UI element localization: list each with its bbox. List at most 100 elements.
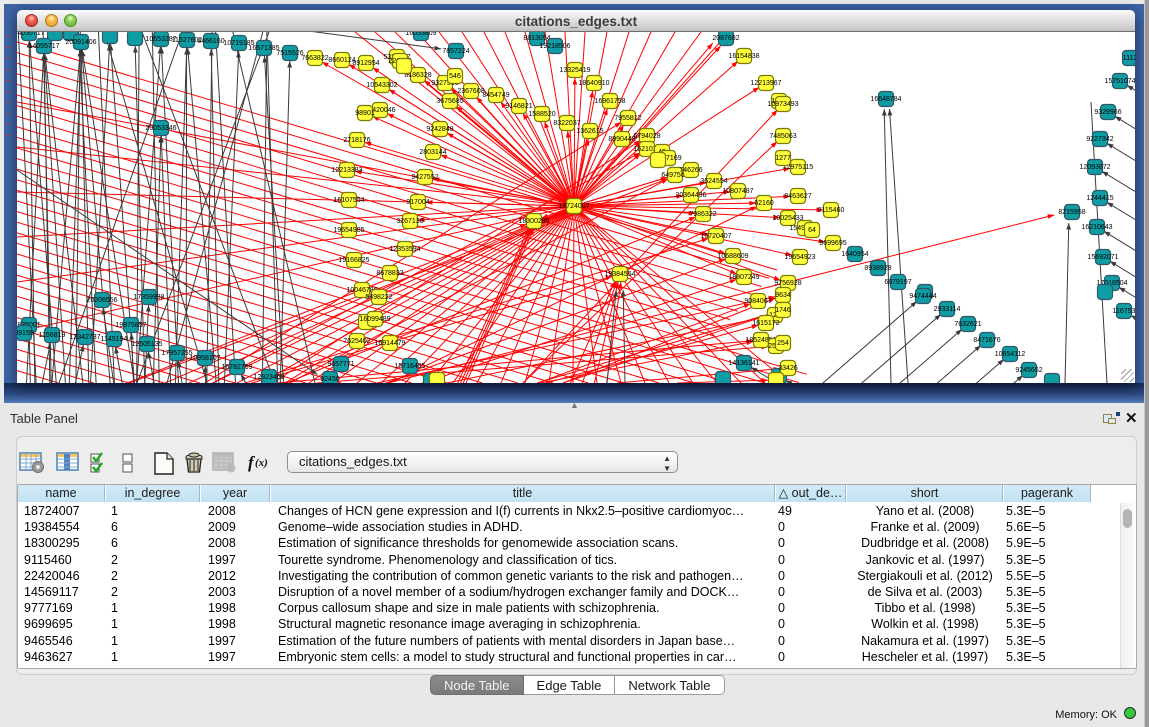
svg-text:10688609: 10688609: [717, 253, 748, 260]
svg-text:14055717: 14055717: [17, 32, 45, 37]
svg-text:5498222: 5498222: [365, 294, 392, 301]
svg-text:2933114: 2933114: [934, 306, 961, 313]
svg-text:19975857: 19975857: [115, 322, 146, 329]
svg-text:19166825: 19166825: [338, 257, 369, 264]
svg-text:7625402: 7625402: [343, 338, 370, 345]
svg-text:13325419: 13325419: [559, 67, 590, 74]
svg-text:12342737: 12342737: [69, 334, 100, 341]
svg-text:8454749: 8454749: [482, 92, 509, 99]
svg-text:8322037: 8322037: [553, 120, 580, 127]
svg-text:9227342: 9227342: [1086, 136, 1113, 143]
svg-text:1277: 1277: [775, 155, 791, 162]
svg-text:16099489: 16099489: [359, 316, 390, 323]
svg-text:9242848: 9242848: [426, 126, 453, 133]
svg-text:1244415: 1244415: [1086, 195, 1113, 202]
svg-text:6794028: 6794028: [633, 133, 660, 140]
svg-text:9329966: 9329966: [1094, 109, 1121, 116]
svg-text:12213967: 12213967: [750, 80, 781, 87]
svg-text:9084067: 9084067: [744, 298, 771, 305]
svg-text:10543302: 10543302: [366, 82, 397, 89]
svg-text:3675685: 3675685: [436, 98, 463, 105]
svg-text:18807249: 18807249: [728, 274, 759, 281]
svg-text:10654112: 10654112: [995, 351, 1026, 358]
svg-text:254: 254: [777, 340, 789, 347]
svg-text:39159: 39159: [17, 330, 34, 337]
svg-text:1746: 1746: [775, 307, 791, 314]
svg-text:16107554: 16107554: [333, 197, 364, 204]
svg-text:16154838: 16154838: [728, 53, 759, 60]
svg-text:1588520: 1588520: [528, 111, 555, 118]
svg-text:7955812: 7955812: [614, 115, 641, 122]
svg-text:9427552: 9427552: [411, 174, 438, 181]
svg-text:16671385: 16671385: [248, 45, 279, 52]
svg-text:1145194: 1145194: [101, 336, 128, 343]
svg-text:19654985: 19654985: [333, 227, 364, 234]
svg-text:19218506: 19218506: [539, 43, 570, 50]
svg-text:9699695: 9699695: [819, 240, 846, 247]
svg-text:20206556: 20206556: [86, 297, 117, 304]
svg-text:917004: 917004: [406, 199, 429, 206]
svg-text:12505135: 12505135: [131, 341, 162, 348]
svg-text:9115460: 9115460: [818, 207, 845, 214]
svg-text:12353594: 12353594: [389, 246, 420, 253]
svg-text:9657771: 9657771: [327, 361, 354, 368]
svg-text:18640910: 18640910: [578, 80, 609, 87]
svg-text:12923468: 12923468: [253, 374, 284, 381]
svg-text:20091406: 20091406: [65, 39, 96, 46]
svg-text:14136141: 14136141: [728, 360, 759, 367]
svg-text:1112: 1112: [1123, 55, 1135, 62]
svg-text:7485063: 7485063: [769, 133, 796, 140]
svg-text:15751074: 15751074: [1104, 78, 1135, 85]
svg-text:17359938: 17359938: [133, 294, 164, 301]
svg-text:8990448: 8990448: [608, 136, 635, 143]
svg-text:20053346: 20053346: [145, 125, 176, 132]
svg-text:16210643: 16210643: [1081, 224, 1112, 231]
svg-text:8813054: 8813054: [523, 35, 550, 42]
svg-text:12093872: 12093872: [1079, 164, 1110, 171]
svg-text:64: 64: [808, 227, 816, 234]
svg-text:16914479: 16914479: [374, 340, 405, 347]
svg-text:7986322: 7986322: [689, 211, 716, 218]
svg-text:6879197: 6879197: [884, 279, 911, 286]
svg-text:9756928: 9756928: [774, 280, 801, 287]
svg-text:8938928: 8938928: [864, 265, 891, 272]
svg-text:20364436: 20364436: [675, 192, 706, 199]
svg-text:8471676: 8471676: [973, 337, 1000, 344]
svg-text:1362615: 1362615: [576, 128, 603, 135]
svg-text:18300295: 18300295: [518, 218, 549, 225]
svg-text:7515526: 7515526: [276, 50, 303, 57]
svg-text:7663822: 7663822: [301, 55, 328, 62]
svg-text:16961758: 16961758: [594, 98, 625, 105]
svg-text:1615172: 1615172: [752, 320, 779, 327]
svg-text:33426: 33426: [778, 365, 798, 372]
svg-text:16033809: 16033809: [405, 32, 436, 37]
svg-text:116753: 116753: [1113, 308, 1135, 315]
svg-text:15716485: 15716485: [394, 363, 425, 370]
svg-text:98901: 98901: [355, 110, 375, 117]
svg-text:1156819: 1156819: [39, 332, 66, 339]
svg-text:1640954: 1640954: [841, 251, 868, 258]
svg-text:9463627: 9463627: [784, 193, 811, 200]
svg-text:15692071: 15692071: [1087, 254, 1118, 261]
svg-text:746266: 746266: [679, 167, 702, 174]
svg-text:19384554: 19384554: [604, 271, 635, 278]
svg-text:16782759: 16782759: [221, 364, 252, 371]
svg-text:3267130: 3267130: [396, 218, 423, 225]
svg-text:2718176: 2718176: [343, 137, 370, 144]
svg-text:7632621: 7632621: [954, 321, 981, 328]
svg-text:6466160: 6466160: [197, 38, 224, 45]
svg-text:2803144: 2803144: [419, 149, 446, 156]
svg-text:3624554: 3624554: [700, 178, 727, 185]
svg-text:10807487: 10807487: [722, 188, 753, 195]
svg-text:9146821: 9146821: [505, 103, 532, 110]
svg-text:14055717: 14055717: [28, 43, 59, 50]
svg-text:2367608: 2367608: [457, 88, 484, 95]
svg-text:17957255: 17957255: [161, 350, 192, 357]
svg-text:10973493: 10973493: [767, 101, 798, 108]
svg-text:8912954: 8912954: [352, 60, 379, 67]
svg-text:7857224: 7857224: [442, 48, 469, 55]
svg-text:19654923: 19654923: [784, 254, 815, 261]
svg-text:546: 546: [449, 73, 461, 80]
svg-text:2087682: 2087682: [712, 35, 739, 42]
svg-text:8678833: 8678833: [376, 270, 403, 277]
